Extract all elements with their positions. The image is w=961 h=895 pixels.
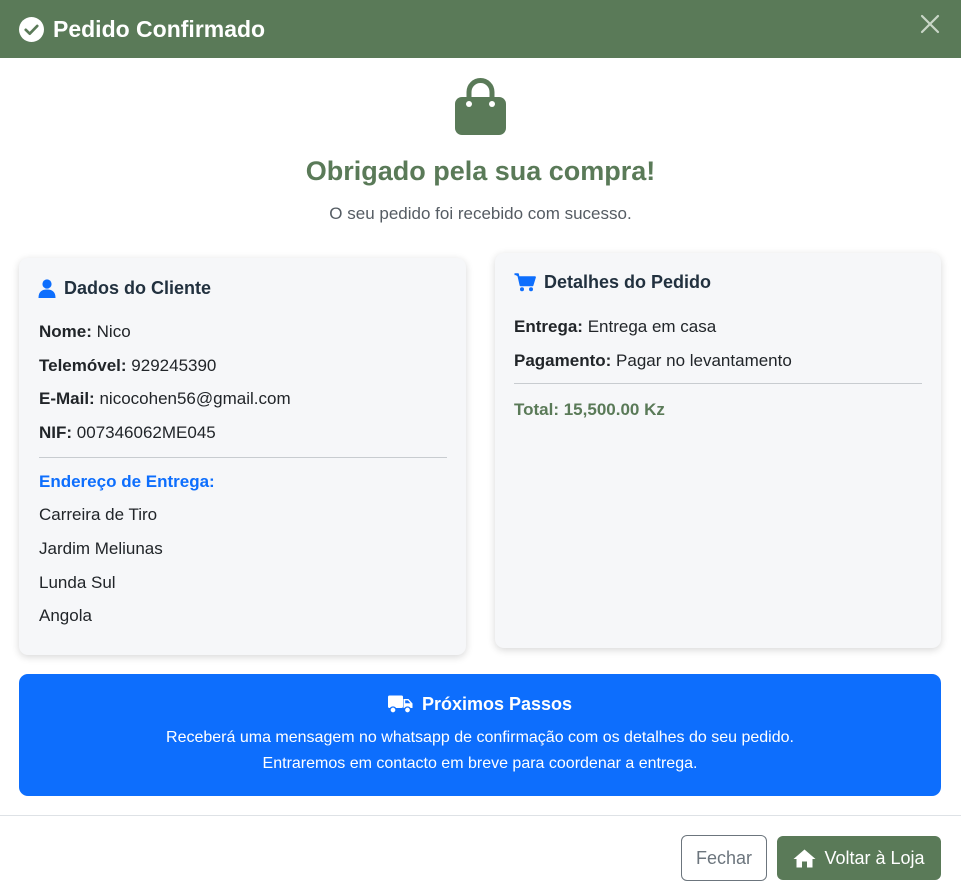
shopping-bag-icon — [455, 78, 506, 135]
back-to-store-button[interactable]: Voltar à Loja — [777, 836, 941, 880]
user-icon — [38, 279, 56, 298]
field-label: Nome: — [39, 322, 92, 341]
address-line: Carreira de Tiro — [39, 505, 158, 524]
client-nif-row: NIF: 007346062ME045 — [39, 423, 216, 443]
payment-method-value: Pagar no levantamento — [616, 351, 792, 370]
client-email-value: nicocohen56@gmail.com — [99, 389, 291, 408]
client-name-row: Nome: Nico — [39, 322, 131, 342]
client-card-title-text: Dados do Cliente — [64, 278, 212, 298]
cart-icon — [514, 273, 536, 292]
footer-divider — [0, 815, 961, 816]
modal-title: Pedido Confirmado — [53, 15, 266, 42]
client-nif-value: 007346062ME045 — [76, 423, 216, 442]
client-card-title: Dados do Cliente — [38, 278, 211, 299]
field-label: Telemóvel: — [39, 356, 127, 375]
next-steps-panel: Próximos Passos Receberá uma mensagem no… — [19, 674, 941, 796]
truck-icon — [387, 695, 413, 714]
close-icon — [920, 14, 940, 34]
address-line: Angola — [39, 606, 92, 625]
home-icon — [793, 849, 816, 867]
field-label: NIF: — [39, 423, 73, 442]
client-phone-row: Telemóvel: 929245390 — [39, 356, 216, 376]
field-label: Entrega: — [514, 317, 583, 336]
delivery-method-value: Entrega em casa — [587, 317, 717, 336]
next-steps-title: Próximos Passos — [19, 694, 941, 715]
back-to-store-label: Voltar à Loja — [824, 847, 925, 868]
order-total: Total: 15,500.00 Kz — [514, 400, 665, 419]
delivery-address-heading: Endereço de Entrega: — [39, 472, 215, 491]
modal-header: Pedido Confirmado — [0, 0, 961, 58]
address-line: Jardim Meliunas — [39, 539, 163, 558]
order-card-title: Detalhes do Pedido — [514, 272, 711, 293]
next-steps-message: Receberá uma mensagem no whatsapp de con… — [166, 729, 794, 746]
client-name-value: Nico — [96, 322, 131, 341]
client-email-row: E-Mail: nicocohen56@gmail.com — [39, 389, 291, 409]
order-card-title-text: Detalhes do Pedido — [544, 272, 712, 292]
address-line: Lunda Sul — [39, 573, 116, 592]
divider — [514, 383, 922, 384]
field-label: Pagamento: — [514, 351, 612, 370]
divider — [39, 457, 447, 458]
next-steps-title-text: Próximos Passos — [421, 694, 573, 714]
order-details-card: Detalhes do Pedido Entrega: Entrega em c… — [495, 253, 941, 648]
confirmation-subtitle: O seu pedido foi recebido com sucesso. — [329, 204, 632, 223]
next-steps-message: Entraremos em contacto em breve para coo… — [262, 755, 698, 772]
close-button[interactable] — [915, 9, 945, 39]
payment-method-row: Pagamento: Pagar no levantamento — [514, 351, 792, 371]
client-details-card: Dados do Cliente Nome: Nico Telemóvel: 9… — [19, 258, 466, 655]
delivery-method-row: Entrega: Entrega em casa — [514, 317, 716, 337]
client-phone-value: 929245390 — [131, 356, 217, 375]
field-label: E-Mail: — [39, 389, 95, 408]
check-circle-icon — [19, 16, 44, 42]
thank-you-heading: Obrigado pela sua compra! — [305, 156, 656, 186]
close-modal-button[interactable]: Fechar — [681, 835, 767, 881]
